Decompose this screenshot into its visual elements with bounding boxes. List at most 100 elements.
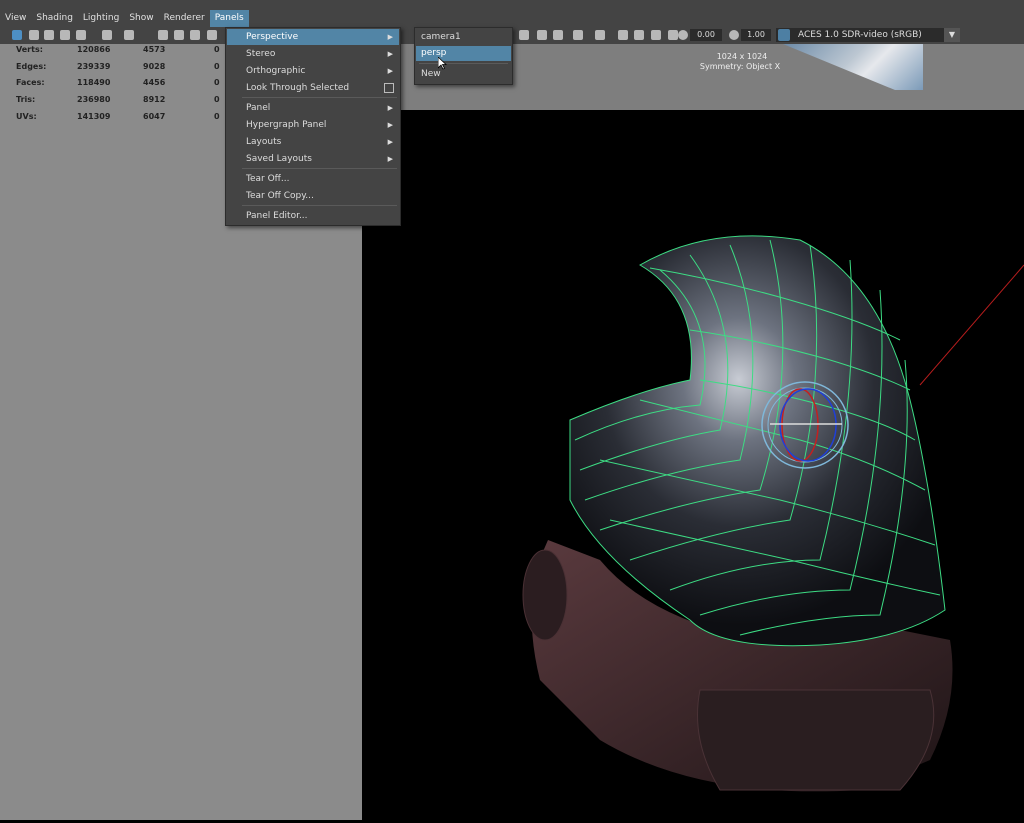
field-chart-icon[interactable] [207, 30, 217, 40]
xray-icon[interactable] [573, 30, 583, 40]
panel-menubar: View Shading Lighting Show Renderer Pane… [0, 10, 1024, 27]
perspective-submenu: camera1 persp New [414, 27, 513, 85]
submenu-arrow-icon: ▶ [387, 50, 393, 58]
select-camera-icon[interactable] [12, 30, 22, 40]
hud-value: 8912 [143, 95, 166, 104]
menu-view[interactable]: View [0, 10, 31, 27]
hud-value: 4573 [143, 45, 166, 54]
menu-item-perspective[interactable]: Perspective ▶ [227, 29, 399, 45]
menu-item-orthographic[interactable]: Orthographic ▶ [227, 63, 399, 79]
hud-value: 118490 [77, 78, 111, 87]
hud-label: Verts: [16, 45, 43, 54]
hud-value: 6047 [143, 112, 166, 121]
menu-shading[interactable]: Shading [31, 10, 78, 27]
symmetry-label: Symmetry: Object X [699, 62, 781, 71]
hud-value: 236980 [77, 95, 111, 104]
menu-item-label: Perspective [246, 32, 299, 42]
submenu-item-persp[interactable]: persp [416, 46, 511, 61]
chin-guard [697, 689, 935, 791]
hud-value: 9028 [143, 62, 166, 71]
axis-line [919, 264, 1024, 386]
camera-attributes-icon[interactable] [29, 30, 39, 40]
menu-separator [242, 168, 397, 169]
menu-item-saved-layouts[interactable]: Saved Layouts ▶ [227, 151, 399, 167]
textured-icon[interactable] [651, 30, 661, 40]
film-gate-icon[interactable] [158, 30, 168, 40]
submenu-separator [419, 63, 508, 64]
gamma-icon[interactable] [729, 30, 739, 40]
wireframe-icon[interactable] [618, 30, 628, 40]
submenu-item-new[interactable]: New [416, 67, 511, 82]
helmet-model[interactable] [362, 110, 1024, 820]
hud-value: 120866 [77, 45, 111, 54]
chevron-down-icon[interactable]: ▼ [944, 28, 960, 42]
menu-item-label: Tear Off Copy... [246, 191, 314, 201]
resolution-gate-icon[interactable] [174, 30, 184, 40]
menu-item-label: Look Through Selected [246, 83, 350, 93]
hud-value: 0 [214, 62, 220, 71]
menu-item-label: Tear Off... [246, 174, 290, 184]
menu-show[interactable]: Show [124, 10, 158, 27]
exposure-icon[interactable] [678, 30, 688, 40]
submenu-arrow-icon: ▶ [387, 33, 393, 41]
resolution-label: 1024 x 1024 [716, 52, 768, 61]
ambient-occlusion-icon[interactable] [553, 30, 563, 40]
menu-item-label: Panel [246, 103, 271, 113]
menu-item-hypergraph-panel[interactable]: Hypergraph Panel ▶ [227, 117, 399, 133]
submenu-arrow-icon: ▶ [387, 67, 393, 75]
menu-renderer[interactable]: Renderer [159, 10, 210, 27]
lighting-icon[interactable] [668, 30, 678, 40]
grid-icon[interactable] [124, 30, 134, 40]
menu-item-label: Stereo [246, 49, 276, 59]
exposure-field[interactable]: 0.00 [690, 29, 722, 41]
hud-value: 141309 [77, 112, 111, 121]
gate-mask-icon[interactable] [190, 30, 200, 40]
submenu-arrow-icon: ▶ [387, 121, 393, 129]
mouse-cursor-icon [438, 57, 447, 70]
image-plane-icon[interactable] [60, 30, 70, 40]
menu-item-look-through-selected[interactable]: Look Through Selected [227, 80, 399, 96]
title-strip [0, 0, 1024, 10]
menu-item-layouts[interactable]: Layouts ▶ [227, 134, 399, 150]
submenu-arrow-icon: ▶ [387, 138, 393, 146]
menu-item-tear-off[interactable]: Tear Off... [227, 171, 399, 187]
shadows-icon[interactable] [537, 30, 547, 40]
hud-label: Tris: [16, 95, 36, 104]
menu-item-panel[interactable]: Panel ▶ [227, 100, 399, 116]
menu-item-label: Panel Editor... [246, 211, 308, 221]
submenu-arrow-icon: ▶ [387, 155, 393, 163]
color-management-icon[interactable] [778, 29, 790, 41]
grease-pencil-icon[interactable] [102, 30, 112, 40]
submenu-arrow-icon: ▶ [387, 104, 393, 112]
helmet-shell [570, 235, 945, 646]
side-ear-piece [522, 549, 568, 641]
panels-menu: Perspective ▶ Stereo ▶ Orthographic ▶ Look … [225, 27, 401, 226]
hud-label: UVs: [16, 112, 37, 121]
menu-item-label: Hypergraph Panel [246, 120, 327, 130]
menu-item-stereo[interactable]: Stereo ▶ [227, 46, 399, 62]
menu-item-tear-off-copy[interactable]: Tear Off Copy... [227, 188, 399, 204]
menu-item-label: Saved Layouts [246, 154, 312, 164]
submenu-item-camera1[interactable]: camera1 [416, 30, 511, 45]
2d-pan-icon[interactable] [76, 30, 86, 40]
gamma-field[interactable]: 1.00 [741, 29, 771, 41]
hud-value: 0 [214, 45, 220, 54]
menu-lighting[interactable]: Lighting [78, 10, 124, 27]
menu-item-label: Layouts [246, 137, 282, 147]
hud-value: 4456 [143, 78, 166, 87]
hud-value: 0 [214, 78, 220, 87]
menu-item-label: Orthographic [246, 66, 306, 76]
hud-value: 0 [214, 95, 220, 104]
menu-separator [242, 97, 397, 98]
option-box-icon[interactable] [384, 83, 394, 93]
hud-label: Faces: [16, 78, 45, 87]
smooth-shade-icon[interactable] [634, 30, 644, 40]
color-space-dropdown[interactable]: ACES 1.0 SDR-video (sRGB) ▼ [776, 28, 960, 42]
menu-item-panel-editor[interactable]: Panel Editor... [227, 208, 399, 224]
viewport-3d[interactable] [362, 110, 1024, 820]
isolate-select-icon[interactable] [595, 30, 605, 40]
hud-label: Edges: [16, 62, 47, 71]
safe-action-icon[interactable] [519, 30, 529, 40]
bookmark-icon[interactable] [44, 30, 54, 40]
menu-panels[interactable]: Panels [209, 10, 249, 27]
